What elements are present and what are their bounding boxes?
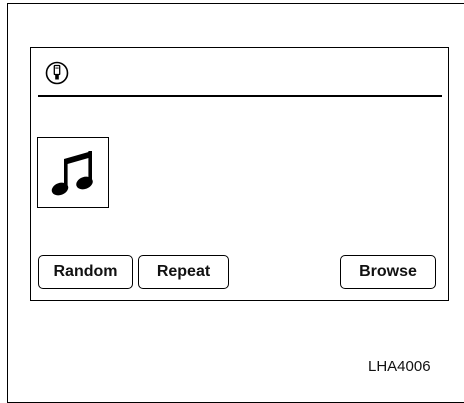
repeat-button[interactable]: Repeat: [138, 255, 229, 289]
random-button[interactable]: Random: [38, 255, 133, 289]
figure-code: LHA4006: [368, 358, 431, 375]
album-art: [37, 137, 109, 208]
usb-icon: [45, 61, 69, 85]
audio-screen: Random Repeat Browse: [30, 47, 449, 301]
browse-button[interactable]: Browse: [340, 255, 436, 289]
header-divider: [38, 95, 442, 97]
